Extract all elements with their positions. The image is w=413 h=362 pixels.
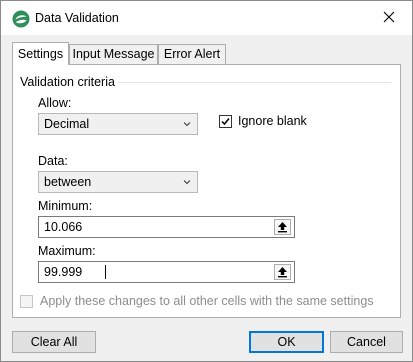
allow-dropdown[interactable]: Decimal — [38, 113, 198, 135]
maximum-label: Maximum: — [38, 244, 96, 258]
tab-settings-label: Settings — [17, 47, 64, 61]
cancel-button[interactable]: Cancel — [330, 331, 403, 353]
tab-error-alert-label: Error Alert — [163, 47, 221, 61]
ignore-blank-label[interactable]: Ignore blank — [238, 114, 307, 128]
tab-settings[interactable]: Settings — [12, 42, 69, 65]
minimum-input-value: 10.066 — [44, 220, 83, 234]
maximum-input[interactable]: 99.999 — [38, 261, 295, 283]
tab-error-alert[interactable]: Error Alert — [158, 44, 226, 64]
chevron-down-icon — [183, 180, 191, 185]
chevron-down-icon — [183, 122, 191, 127]
text-caret — [105, 265, 106, 279]
window-title: Data Validation — [35, 11, 119, 25]
allow-dropdown-value: Decimal — [44, 117, 90, 131]
collapse-arrow-icon — [278, 267, 287, 278]
ignore-blank-checkbox[interactable] — [219, 115, 232, 128]
checkmark-icon — [221, 118, 230, 126]
minimum-label: Minimum: — [38, 199, 93, 213]
minimum-range-selector-button[interactable] — [274, 219, 291, 235]
data-validation-dialog: Data Validation Settings Input Message E… — [0, 0, 413, 362]
app-logo-icon — [12, 10, 30, 28]
clear-all-button[interactable]: Clear All — [12, 331, 96, 353]
tab-input-message-label: Input Message — [72, 47, 155, 61]
data-dropdown-value: between — [44, 175, 92, 189]
allow-label: Allow: — [38, 96, 72, 110]
apply-to-all-label: Apply these changes to all other cells w… — [40, 294, 374, 308]
minimum-input[interactable]: 10.066 — [38, 216, 295, 238]
close-button[interactable] — [368, 1, 412, 35]
group-divider — [118, 82, 391, 83]
collapse-arrow-icon — [278, 222, 287, 233]
apply-to-all-checkbox[interactable] — [20, 295, 33, 308]
tab-input-message[interactable]: Input Message — [69, 44, 158, 64]
close-icon — [383, 11, 395, 23]
data-dropdown[interactable]: between — [38, 171, 198, 193]
validation-criteria-heading: Validation criteria — [20, 75, 115, 89]
maximum-input-value: 99.999 — [44, 265, 83, 279]
ok-button[interactable]: OK — [249, 331, 324, 353]
data-label: Data: — [38, 154, 68, 168]
title-bar: Data Validation — [1, 1, 412, 35]
maximum-range-selector-button[interactable] — [274, 264, 291, 280]
